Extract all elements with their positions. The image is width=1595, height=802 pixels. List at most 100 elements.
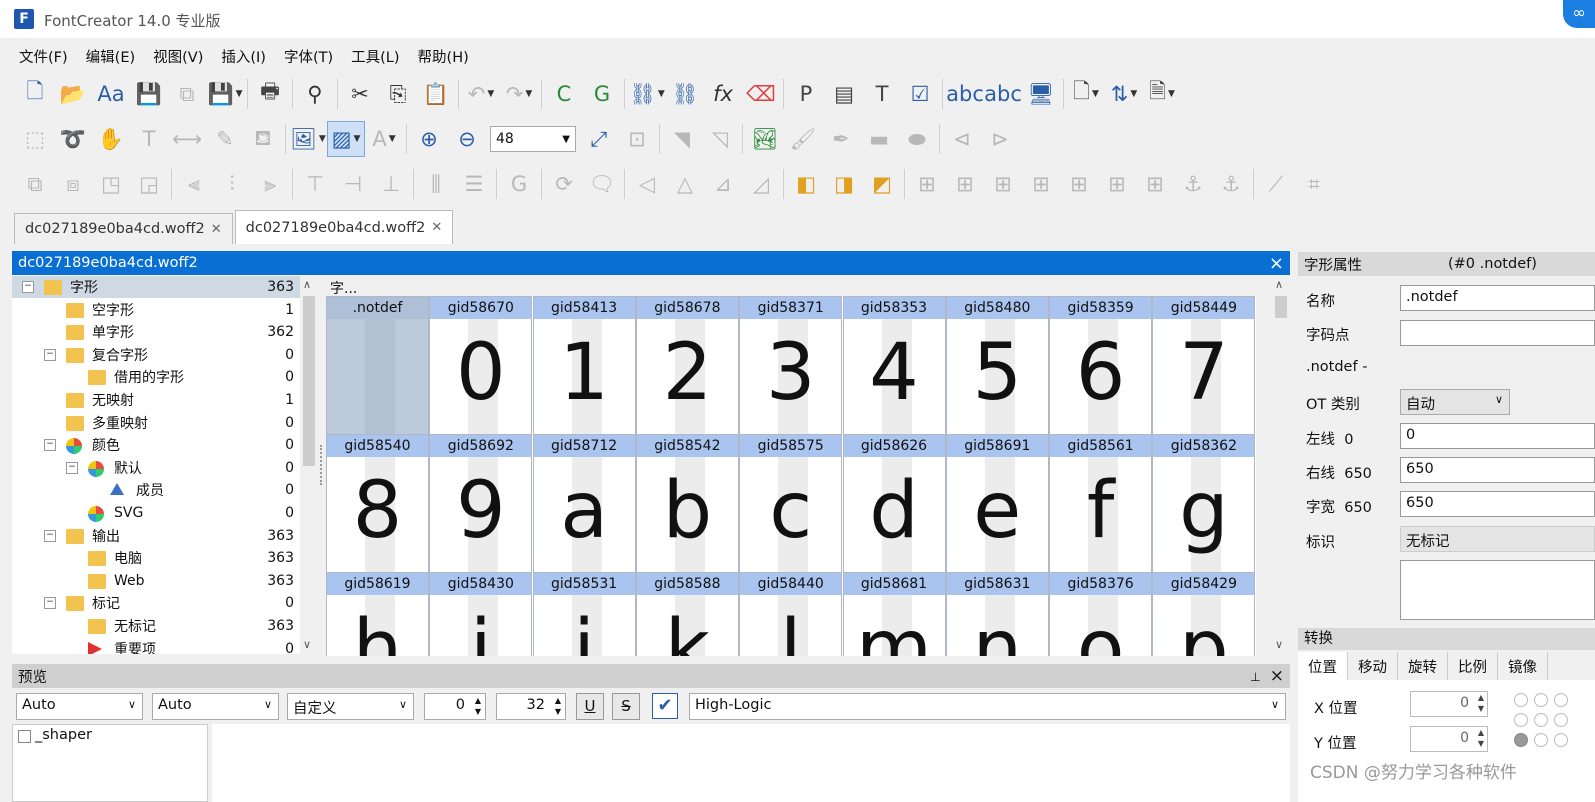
copy-icon[interactable]: ⎘: [379, 76, 417, 112]
properties-icon[interactable]: P: [787, 76, 825, 112]
glyph-tool-icon[interactable]: G: [500, 166, 538, 202]
script-select[interactable]: Auto ∨: [16, 693, 143, 720]
bring-front-icon[interactable]: ◳: [92, 166, 130, 202]
glyph-cell[interactable]: gid58691 e: [945, 434, 1049, 573]
anchor-radio[interactable]: [1514, 713, 1528, 727]
kerning-checkbox[interactable]: ✔: [652, 693, 678, 719]
paste-icon[interactable]: 📋: [417, 76, 455, 112]
text-icon[interactable]: T: [130, 121, 168, 157]
table1-icon[interactable]: ⊞: [908, 166, 946, 202]
anchor-radio[interactable]: [1554, 693, 1568, 707]
brush-icon[interactable]: 🖌: [784, 121, 822, 157]
glyph-cell[interactable]: gid58376 o: [1049, 572, 1153, 656]
tab-document-1[interactable]: dc027189e0ba4cd.woff2 ✕: [14, 213, 233, 244]
menu-help[interactable]: 帮助(H): [409, 40, 478, 68]
spell-web-icon[interactable]: abc: [984, 76, 1022, 112]
menu-view[interactable]: 视图(V): [144, 40, 212, 68]
node-icon[interactable]: ⟋: [1257, 166, 1295, 202]
tree-item[interactable]: − 复合字形 0: [12, 344, 300, 366]
table-lock-icon[interactable]: ⊞: [1060, 166, 1098, 202]
print-icon[interactable]: 🖶: [251, 76, 289, 112]
menu-insert[interactable]: 插入(I): [212, 40, 275, 68]
eraser-icon[interactable]: ⌫: [742, 76, 780, 112]
forward-icon[interactable]: ⊳: [981, 121, 1019, 157]
x-position-stepper[interactable]: 0 ▲ ▼: [1410, 691, 1488, 717]
insert-image-icon[interactable]: 🏞: [746, 121, 784, 157]
chevron-up-icon[interactable]: ∧: [303, 278, 311, 291]
hand-icon[interactable]: ✋: [92, 121, 130, 157]
align-left-icon[interactable]: ⫷: [175, 166, 213, 202]
chevron-up-icon[interactable]: ∧: [1275, 278, 1283, 291]
preview-size-stepper[interactable]: 32 ▲ ▼: [496, 693, 566, 720]
unlink-icon[interactable]: ⛓: [666, 76, 704, 112]
glyph-cell[interactable]: gid58413 1: [532, 296, 636, 435]
page-icon[interactable]: 🗋 ▼: [1067, 76, 1105, 112]
ungroup-icon[interactable]: ⧈: [54, 166, 92, 202]
triangle-tool-icon[interactable]: ◥: [663, 121, 701, 157]
text-tool-icon[interactable]: T: [863, 76, 901, 112]
anchor-radio[interactable]: [1534, 693, 1548, 707]
rotate-icon[interactable]: ⟳: [545, 166, 583, 202]
zoom-in-icon[interactable]: ⊕: [410, 121, 448, 157]
send-back-icon[interactable]: ◲: [130, 166, 168, 202]
new-font-icon[interactable]: 🗋: [16, 76, 54, 112]
language-select[interactable]: Auto ∨: [152, 693, 279, 720]
table2-icon[interactable]: ⊞: [946, 166, 984, 202]
measure-icon[interactable]: ⟷: [168, 121, 206, 157]
tree-item[interactable]: − 默认 0: [12, 457, 300, 479]
link-icon[interactable]: ⛓ ▼: [628, 76, 666, 112]
features-select[interactable]: 自定义 ∨: [287, 693, 414, 720]
save-icon[interactable]: 💾: [130, 76, 168, 112]
zoom-rect-icon[interactable]: ⊡: [618, 121, 656, 157]
glyph-cell[interactable]: gid58440 l: [739, 572, 843, 656]
insert-char-icon[interactable]: C: [545, 76, 583, 112]
glyph-cell[interactable]: gid58449 7: [1152, 296, 1256, 435]
image-search-icon[interactable]: 🖼 ▼: [289, 121, 327, 157]
tree-item[interactable]: 借用的字形 0: [12, 366, 300, 388]
zoom-out-icon[interactable]: ⊖: [448, 121, 486, 157]
grid-icon[interactable]: ⌗: [1295, 166, 1333, 202]
glyph-cell[interactable]: gid58631 n: [945, 572, 1049, 656]
glyph-cell[interactable]: gid58561 f: [1049, 434, 1153, 573]
glyph-cell[interactable]: gid58670 0: [429, 296, 533, 435]
tree-item[interactable]: Web 363: [12, 570, 300, 592]
glyph-cell[interactable]: gid58531 j: [532, 572, 636, 656]
flip-icon[interactable]: △: [666, 166, 704, 202]
spell-search-icon[interactable]: abc: [946, 76, 984, 112]
glyph-cell[interactable]: gid58371 3: [739, 296, 843, 435]
hatch-icon[interactable]: ▨ ▼: [327, 121, 365, 157]
pencil-icon[interactable]: ✎: [206, 121, 244, 157]
tree-item[interactable]: − 输出 363: [12, 525, 300, 547]
skew-right-icon[interactable]: ◿: [742, 166, 780, 202]
tree-item[interactable]: 重要项 0: [12, 638, 300, 654]
tab-document-2[interactable]: dc027189e0ba4cd.woff2 ✕: [234, 210, 454, 244]
distribute-h-icon[interactable]: ⫼: [417, 166, 455, 202]
rect-select-icon[interactable]: ⬚: [16, 121, 54, 157]
tree-item[interactable]: − 字形 363: [12, 276, 300, 298]
ellipse-icon[interactable]: ⬬: [898, 121, 936, 157]
tree-item[interactable]: 电脑 363: [12, 547, 300, 569]
preview-offset-stepper[interactable]: 0 ▲ ▼: [424, 693, 486, 720]
ot-class-select[interactable]: 自动 ∨: [1400, 389, 1510, 415]
font-preview-icon[interactable]: Aa: [92, 76, 130, 112]
name-field[interactable]: .notdef: [1400, 285, 1595, 311]
glyph-cell[interactable]: gid58692 9: [429, 434, 533, 573]
undo-icon[interactable]: ↶ ▼: [462, 76, 500, 112]
glyph-cell[interactable]: .notdef: [326, 296, 429, 435]
anchor-radio[interactable]: [1534, 733, 1548, 747]
anchor-icon[interactable]: ⚓: [1174, 166, 1212, 202]
export-icon[interactable]: 🗎 ▼: [1143, 76, 1181, 112]
back-icon[interactable]: ⊲: [943, 121, 981, 157]
glyph-cell[interactable]: gid58626 d: [842, 434, 946, 573]
collapse-toggle[interactable]: −: [22, 281, 34, 293]
collapse-toggle[interactable]: −: [44, 529, 56, 542]
distribute-v-icon[interactable]: ☰: [455, 166, 493, 202]
align-top-icon[interactable]: ⊤: [296, 166, 334, 202]
shaper-checkbox[interactable]: [18, 730, 31, 743]
table-lock2-icon[interactable]: ⊞: [1136, 166, 1174, 202]
notes-area[interactable]: [1400, 560, 1595, 620]
tree-item[interactable]: 多重映射 0: [12, 412, 300, 434]
anchor-radio[interactable]: [1514, 693, 1528, 707]
anchor-radio[interactable]: [1554, 713, 1568, 727]
glyph-cell[interactable]: gid58480 5: [945, 296, 1049, 435]
